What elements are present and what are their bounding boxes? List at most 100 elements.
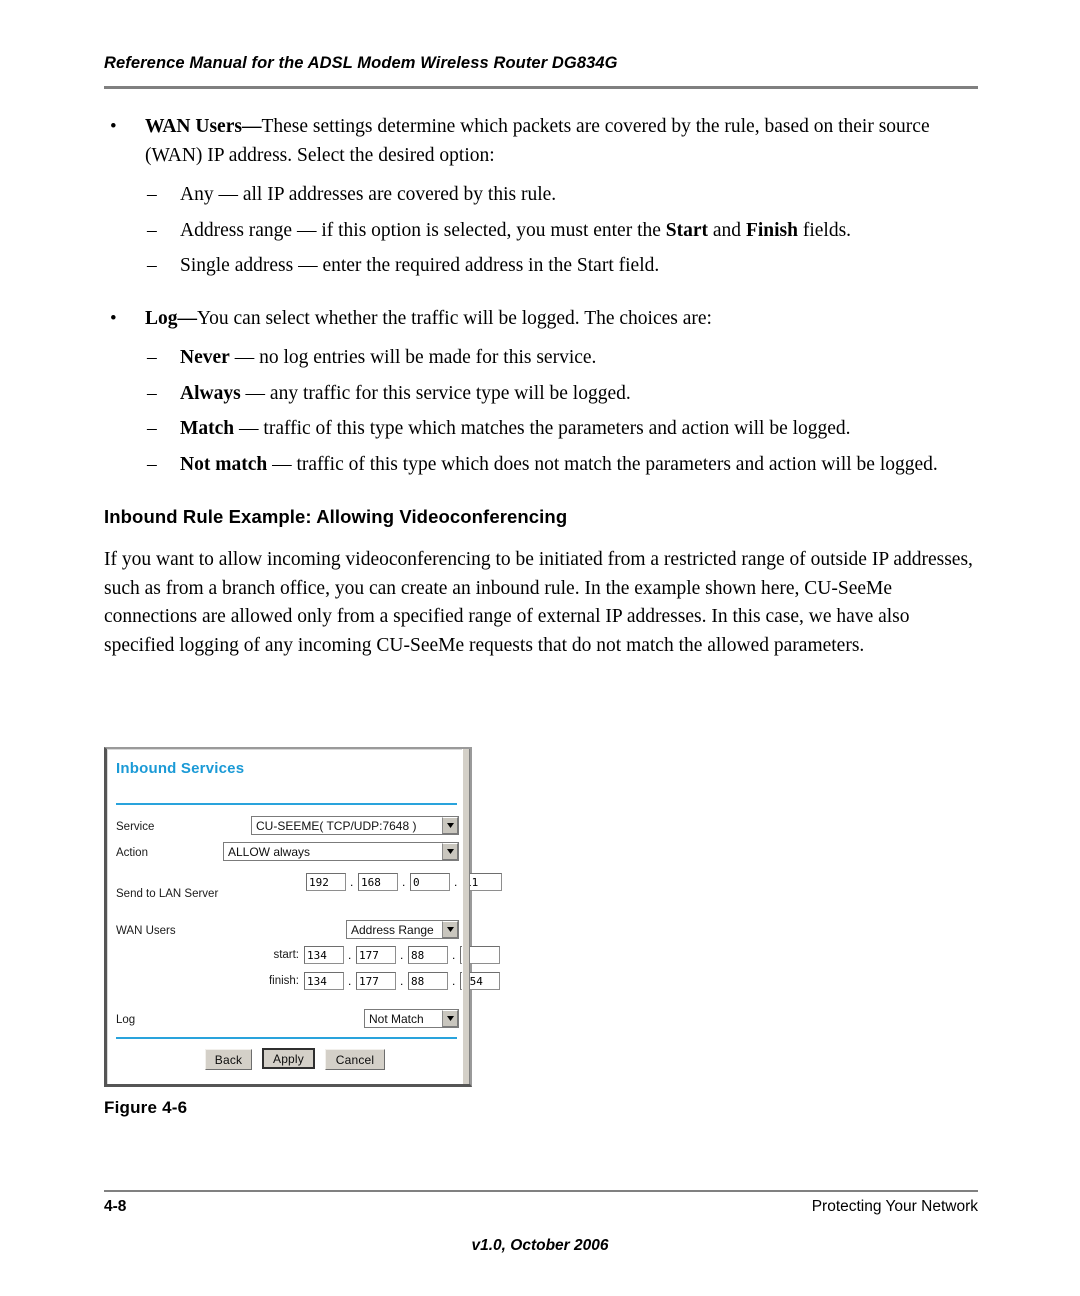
term-always: Always: [180, 382, 241, 404]
lan-ip-octet-3[interactable]: 0: [410, 873, 450, 891]
subitem-address-range-text: Address range — if this option is select…: [180, 217, 984, 246]
service-label: Service: [116, 821, 155, 833]
bullet-dot-icon: •: [110, 307, 117, 329]
ip-dot-separator: .: [350, 875, 354, 889]
subitem-not-match-text: Not match — traffic of this type which d…: [180, 451, 984, 480]
bullet-log: • Log—You can select whether the traffic…: [104, 305, 984, 334]
subitem-always-text: Always — any traffic for this service ty…: [180, 380, 984, 409]
never-body: — no log entries will be made for this s…: [229, 347, 597, 368]
apply-button[interactable]: Apply: [262, 1048, 315, 1069]
ip-dot-separator: .: [400, 948, 404, 962]
term-finish: Finish: [745, 219, 798, 241]
section-paragraph: If you want to allow incoming videoconfe…: [104, 549, 973, 656]
finish-ip-octet-2[interactable]: 177: [356, 972, 396, 990]
finish-ip-octet-3[interactable]: 88: [408, 972, 448, 990]
bullet-wan-users: • WAN Users—These settings determine whi…: [104, 113, 984, 170]
address-range-pre: Address range — if this option is select…: [180, 219, 666, 241]
ip-dot-separator: .: [348, 974, 352, 988]
header-rule: [104, 86, 978, 89]
wan-users-select-value: Address Range: [351, 922, 434, 937]
send-to-lan-server-label: Send to LAN Server: [116, 888, 219, 900]
service-select-value: CU-SEEME( TCP/UDP:7648 ): [256, 818, 417, 833]
ip-dot-separator: .: [348, 948, 352, 962]
subitem-any-text: Any — all IP addresses are covered by th…: [180, 184, 557, 205]
back-button[interactable]: Back: [205, 1049, 252, 1070]
term-wan-users: WAN Users: [145, 116, 242, 137]
figure-caption: Figure 4-6: [104, 1098, 188, 1117]
dash-marker-icon: –: [147, 418, 157, 439]
log-select[interactable]: Not Match: [364, 1009, 459, 1028]
emdash-1: —: [241, 116, 262, 137]
ip-dot-separator: .: [452, 974, 456, 988]
running-header-title: Reference Manual for the ADSL Modem Wire…: [104, 54, 618, 72]
dash-marker-icon: –: [147, 219, 157, 241]
chevron-down-icon[interactable]: [442, 1010, 458, 1027]
wan-users-select[interactable]: Address Range: [346, 920, 459, 939]
ip-dot-separator: .: [402, 875, 406, 889]
router-ui-window: Inbound Services Service CU-SEEME( TCP/U…: [104, 747, 502, 1087]
chevron-down-icon[interactable]: [442, 921, 458, 938]
router-ui-inner-border: [107, 749, 470, 1084]
section-heading: Inbound Rule Example: Allowing Videoconf…: [104, 506, 568, 527]
lan-ip-octet-1[interactable]: 192: [306, 873, 346, 891]
dash-marker-icon: –: [147, 453, 157, 475]
start-ip-octet-1[interactable]: 134: [304, 946, 344, 964]
chevron-down-icon[interactable]: [442, 843, 458, 860]
address-range-mid: and: [708, 219, 746, 241]
bullet-dot-icon: •: [110, 116, 117, 137]
subitem-any: – Any — all IP addresses are covered by …: [104, 174, 984, 210]
match-body: — traffic of this type which matches the…: [234, 418, 851, 439]
subitem-never-text: Never — no log entries will be made for …: [180, 344, 984, 373]
term-match: Match: [180, 418, 235, 439]
finish-ip-octet-1[interactable]: 134: [304, 972, 344, 990]
footer-chapter-title: Protecting Your Network: [811, 1198, 978, 1215]
term-start: Start: [665, 219, 709, 241]
figure-inbound-services: Inbound Services Service CU-SEEME( TCP/U…: [104, 747, 502, 1087]
dash-marker-icon: –: [147, 184, 157, 205]
term-never: Never: [180, 347, 230, 368]
footer-page-number: 4-8: [104, 1198, 127, 1215]
window-scrollbar[interactable]: [462, 749, 470, 1084]
subitem-single-address: – Single address — enter the required ad…: [104, 245, 984, 281]
address-range-post: fields.: [797, 219, 852, 241]
ip-dot-separator: .: [454, 875, 458, 889]
emdash-2: —: [177, 307, 198, 329]
subitem-not-match: – Not match — traffic of this type which…: [104, 444, 984, 480]
dash-marker-icon: –: [147, 255, 157, 276]
wan-users-label: WAN Users: [116, 925, 176, 937]
dash-marker-icon: –: [147, 382, 157, 404]
action-label: Action: [116, 847, 148, 859]
action-select-value: ALLOW always: [228, 844, 311, 859]
finish-label: finish:: [268, 975, 299, 987]
document-page: Reference Manual for the ADSL Modem Wire…: [0, 0, 1080, 1296]
action-select[interactable]: ALLOW always: [223, 842, 459, 861]
ip-dot-separator: .: [400, 974, 404, 988]
lan-ip-octet-2[interactable]: 168: [358, 873, 398, 891]
term-log: Log: [145, 307, 178, 329]
start-ip-octet-3[interactable]: 88: [408, 946, 448, 964]
not-match-body: — traffic of this type which does not ma…: [267, 453, 938, 475]
service-select[interactable]: CU-SEEME( TCP/UDP:7648 ): [251, 816, 459, 835]
document-body: • WAN Users—These settings determine whi…: [104, 113, 984, 660]
chevron-down-icon[interactable]: [442, 817, 458, 834]
footer-version: v1.0, October 2006: [471, 1237, 609, 1254]
bullet-wan-users-text: WAN Users—These settings determine which…: [145, 113, 984, 170]
footer-rule: [104, 1190, 978, 1192]
subitem-match: – Match — traffic of this type which mat…: [104, 408, 984, 444]
subitem-single-address-text: Single address — enter the required addr…: [180, 255, 660, 276]
dash-marker-icon: –: [147, 347, 157, 368]
title-separator-rule: [116, 803, 457, 805]
subitem-always: – Always — any traffic for this service …: [104, 373, 984, 409]
footer-separator-rule: [116, 1037, 457, 1039]
start-ip-octet-2[interactable]: 177: [356, 946, 396, 964]
inbound-services-title: Inbound Services: [116, 760, 245, 777]
subitem-never: – Never — no log entries will be made fo…: [104, 337, 984, 373]
bullet-wan-users-body: These settings determine which packets a…: [145, 116, 930, 166]
bullet-log-text: Log—You can select whether the traffic w…: [145, 305, 984, 334]
subitem-match-text: Match — traffic of this type which match…: [180, 415, 984, 444]
cancel-button[interactable]: Cancel: [325, 1049, 385, 1070]
always-body: — any traffic for this service type will…: [240, 382, 631, 404]
log-label: Log: [116, 1014, 136, 1026]
log-select-value: Not Match: [369, 1011, 424, 1026]
running-header: Reference Manual for the ADSL Modem Wire…: [104, 54, 976, 73]
